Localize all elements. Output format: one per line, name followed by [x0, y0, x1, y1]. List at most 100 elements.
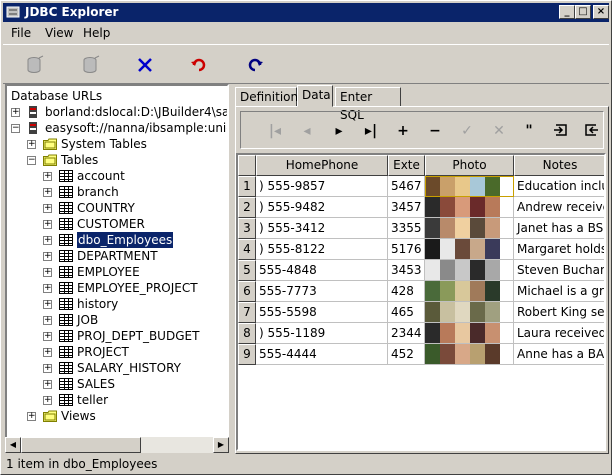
tree-item-table[interactable]: + EMPLOYEE [7, 264, 227, 280]
expand-icon[interactable]: + [11, 108, 20, 117]
undo-icon[interactable] [187, 53, 211, 77]
cell-homephone[interactable]: ) 555-9482 [256, 197, 388, 218]
row-number[interactable]: 5 [238, 260, 256, 281]
expand-icon[interactable]: + [43, 252, 52, 261]
close-button[interactable]: × [593, 5, 609, 19]
database-icon[interactable] [23, 53, 47, 77]
tab-definition[interactable]: Definition [235, 87, 298, 107]
scroll-thumb[interactable] [21, 437, 141, 453]
tree-item-table[interactable]: + branch [7, 184, 227, 200]
tree-item-table[interactable]: + EMPLOYEE_PROJECT [7, 280, 227, 296]
column-header[interactable]: HomePhone [256, 155, 388, 176]
row-number[interactable]: 2 [238, 197, 256, 218]
tree-item-tables[interactable]: − Tables [7, 152, 227, 168]
cell-photo[interactable] [425, 344, 514, 365]
insert-icon[interactable]: + [393, 122, 413, 140]
tree-item-table[interactable]: + DEPARTMENT [7, 248, 227, 264]
cell-photo[interactable] [425, 302, 514, 323]
database-tree[interactable]: Database URLs + borland:dslocal:D:\JBuilde… [5, 84, 229, 453]
expand-icon[interactable]: + [43, 172, 52, 181]
collapse-icon[interactable]: − [27, 156, 36, 165]
cell-homephone[interactable]: 555-5598 [256, 302, 388, 323]
tree-item-system-tables[interactable]: + System Tables [7, 136, 227, 152]
minimize-button[interactable]: _ [559, 5, 575, 19]
expand-icon[interactable]: + [43, 236, 52, 245]
cell-homephone[interactable]: ) 555-8122 [256, 239, 388, 260]
row-number[interactable]: 3 [238, 218, 256, 239]
first-icon[interactable]: |◂ [265, 122, 285, 140]
menu-view[interactable]: View [45, 26, 73, 40]
scroll-left-button[interactable]: ◀ [5, 437, 21, 453]
scroll-right-button[interactable]: ▶ [213, 437, 229, 453]
cell-notes[interactable]: Janet has a BS [514, 218, 604, 239]
tree-item-table[interactable]: + history [7, 296, 227, 312]
tree-item-url[interactable]: − easysoft://nanna/ibsample:unicod [7, 120, 227, 136]
ditto-icon[interactable]: " [519, 122, 539, 140]
tree-item-table[interactable]: + PROJ_DEPT_BUDGET [7, 328, 227, 344]
cell-homephone[interactable]: 555-7773 [256, 281, 388, 302]
expand-icon[interactable]: + [27, 140, 36, 149]
delete-icon[interactable]: − [425, 122, 445, 140]
menu-help[interactable]: Help [83, 26, 110, 40]
row-number[interactable]: 9 [238, 344, 256, 365]
column-header[interactable]: Photo [425, 155, 514, 176]
expand-icon[interactable]: + [43, 188, 52, 197]
column-header[interactable]: Exte [388, 155, 425, 176]
cell-extension[interactable]: 3453 [388, 260, 425, 281]
tree-horizontal-scrollbar[interactable]: ◀ ▶ [5, 437, 229, 453]
cell-homephone[interactable]: ) 555-1189 [256, 323, 388, 344]
cell-homephone[interactable]: 555-4848 [256, 260, 388, 281]
expand-icon[interactable]: + [43, 284, 52, 293]
cell-photo[interactable] [425, 197, 514, 218]
row-number[interactable]: 6 [238, 281, 256, 302]
cell-homephone[interactable]: 555-4444 [256, 344, 388, 365]
tree-item-views[interactable]: + Views [7, 408, 227, 424]
refresh-icon[interactable] [581, 122, 601, 140]
next-icon[interactable]: ▸ [329, 122, 349, 140]
expand-icon[interactable]: + [43, 300, 52, 309]
cell-extension[interactable]: 5176 [388, 239, 425, 260]
cell-extension[interactable]: 428 [388, 281, 425, 302]
cell-extension[interactable]: 3457 [388, 197, 425, 218]
tree-item-table[interactable]: + CUSTOMER [7, 216, 227, 232]
cell-extension[interactable]: 452 [388, 344, 425, 365]
column-header[interactable]: Notes [514, 155, 604, 176]
delete-icon[interactable] [133, 53, 157, 77]
tree-item-table[interactable]: + COUNTRY [7, 200, 227, 216]
cell-photo[interactable] [425, 323, 514, 344]
tree-item-table[interactable]: + teller [7, 392, 227, 408]
prior-icon[interactable]: ◂ [297, 122, 317, 140]
cell-extension[interactable]: 3355 [388, 218, 425, 239]
expand-icon[interactable]: + [43, 332, 52, 341]
tree-item-url[interactable]: + borland:dslocal:D:\JBuilder4\sam [7, 104, 227, 120]
tab-data[interactable]: Data [297, 85, 333, 107]
row-number[interactable]: 8 [238, 323, 256, 344]
cell-homephone[interactable]: ) 555-3412 [256, 218, 388, 239]
tree-item-table[interactable]: + SALES [7, 376, 227, 392]
cell-notes[interactable]: Robert King ser [514, 302, 604, 323]
collapse-icon[interactable]: − [11, 124, 20, 133]
cell-notes[interactable]: Andrew received [514, 197, 604, 218]
cell-photo[interactable] [425, 281, 514, 302]
tree-item-table[interactable]: + account [7, 168, 227, 184]
expand-icon[interactable]: + [43, 348, 52, 357]
expand-icon[interactable]: + [43, 396, 52, 405]
expand-icon[interactable]: + [43, 364, 52, 373]
row-number[interactable]: 4 [238, 239, 256, 260]
cell-extension[interactable]: 5467 [388, 176, 425, 197]
cell-extension[interactable]: 2344 [388, 323, 425, 344]
post-icon[interactable]: ✓ [457, 122, 477, 140]
tree-root[interactable]: Database URLs [7, 88, 227, 104]
cell-photo[interactable] [425, 260, 514, 281]
cell-notes[interactable]: Steven Buchana [514, 260, 604, 281]
cancel-icon[interactable]: ✕ [489, 122, 509, 140]
tree-item-table[interactable]: + JOB [7, 312, 227, 328]
tree-item-table[interactable]: + dbo_Employees [7, 232, 227, 248]
last-icon[interactable]: ▸| [361, 122, 381, 140]
database-icon[interactable] [79, 53, 103, 77]
cell-extension[interactable]: 465 [388, 302, 425, 323]
cell-photo[interactable] [425, 176, 514, 197]
tree-item-table[interactable]: + PROJECT [7, 344, 227, 360]
row-number[interactable]: 1 [238, 176, 256, 197]
save-icon[interactable] [551, 122, 571, 140]
